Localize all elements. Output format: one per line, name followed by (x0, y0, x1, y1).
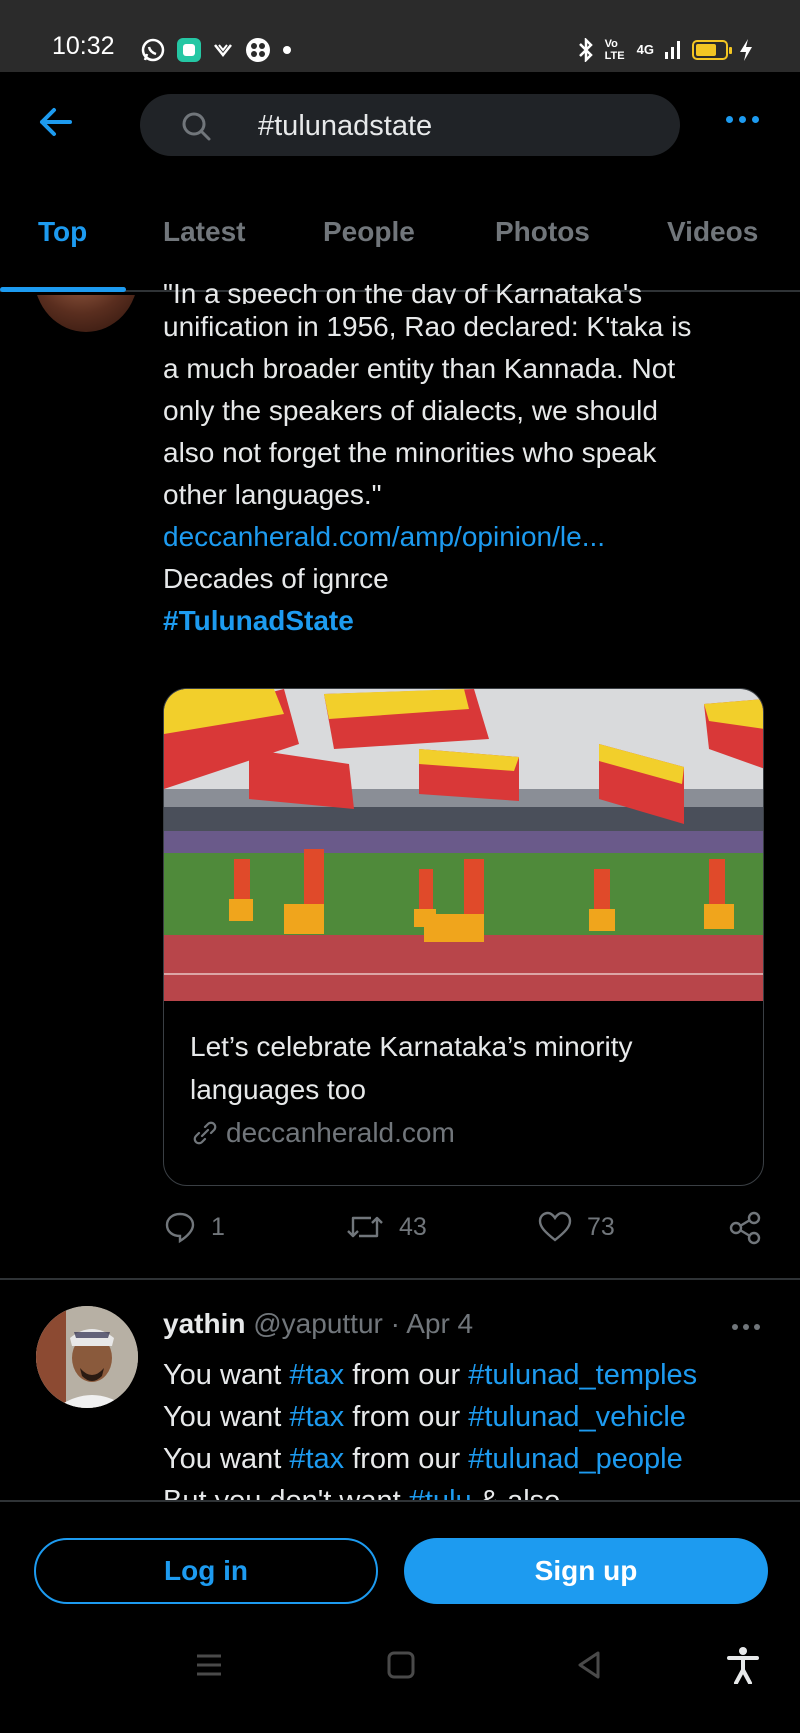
login-bar: Log in Sign up (0, 1500, 800, 1608)
app-icon (177, 38, 201, 62)
tweet-line: only the speakers of dialects, we should (163, 395, 658, 426)
hashtag[interactable]: #tulunad_vehicle (468, 1401, 686, 1433)
status-bar: 10:32 Vo LTE 4G (0, 0, 800, 72)
line-text: You want (163, 1443, 290, 1475)
share-icon (729, 1211, 761, 1245)
signal-icon (665, 41, 680, 59)
share-button[interactable] (727, 1210, 763, 1246)
like-button[interactable]: 73 (537, 1210, 615, 1244)
retweet-count: 43 (399, 1212, 427, 1241)
search-icon (182, 112, 211, 141)
card-domain: deccanherald.com (190, 1117, 455, 1149)
hashtag[interactable]: #tax (289, 1443, 344, 1475)
search-input[interactable]: #tulunadstate (140, 94, 680, 156)
tab-people[interactable]: People (323, 216, 415, 248)
system-icons: Vo LTE 4G (577, 36, 754, 64)
tweet-line: also not forget the minorities who speak (163, 437, 657, 468)
avatar-image (36, 1306, 138, 1408)
tweet-line: You want #tax from our #tulunad_vehicle (163, 1396, 783, 1438)
reply-button[interactable]: 1 (163, 1210, 225, 1244)
tweet-link[interactable]: deccanherald.com/amp/opinion/le... (163, 516, 763, 558)
like-count: 73 (587, 1212, 615, 1241)
tweet-actions: 1 43 73 (163, 1210, 763, 1250)
tweet-hashtag[interactable]: #TulunadState (163, 600, 763, 642)
tab-indicator (0, 287, 126, 292)
line-text: from our (344, 1443, 469, 1475)
card-image (164, 689, 763, 1001)
line-text: from our (344, 1359, 469, 1391)
reply-icon (165, 1212, 195, 1244)
volte-icon: Vo LTE (604, 38, 625, 62)
avatar[interactable] (36, 1306, 138, 1408)
tweet-divider (0, 1278, 800, 1280)
network-type: 4G (636, 42, 654, 57)
tab-latest[interactable]: Latest (163, 216, 245, 248)
card-title: Let’s celebrate Karnataka’s minority lan… (190, 1031, 633, 1105)
retweet-button[interactable]: 43 (345, 1210, 427, 1244)
flower-icon (246, 38, 270, 62)
tweet-date: · Apr 4 (390, 1308, 474, 1339)
link-preview-card[interactable]: Let’s celebrate Karnataka’s minority lan… (163, 688, 764, 1186)
search-header: #tulunadstate (0, 72, 800, 182)
card-domain-text: deccanherald.com (226, 1117, 455, 1148)
tab-top[interactable]: Top (38, 216, 87, 248)
login-button[interactable]: Log in (34, 1538, 378, 1604)
tweet-comment: Decades of ignrce (163, 563, 389, 594)
more-options-icon[interactable] (726, 116, 766, 132)
whatsapp-icon (141, 38, 165, 62)
battery-icon (692, 40, 732, 60)
notification-icons (140, 36, 292, 64)
tweet-line: "In a speech on the day of Karnataka's (163, 284, 643, 304)
tweet-more-icon[interactable] (732, 1324, 760, 1330)
back-arrow-icon[interactable] (36, 102, 76, 142)
user-handle[interactable]: @yaputtur (253, 1308, 383, 1339)
hashtag[interactable]: #tax (289, 1401, 344, 1433)
back-icon[interactable] (574, 1650, 604, 1680)
tab-videos[interactable]: Videos (667, 216, 758, 248)
line-text: You want (163, 1401, 290, 1433)
tweet-line: a much broader entity than Kannada. Not (163, 353, 676, 384)
tweet-text: You want #tax from our #tulunad_temples … (163, 1354, 783, 1508)
line-text: You want (163, 1359, 290, 1391)
cast-icon (214, 44, 232, 58)
tweet-header: yathin @yaputtur · Apr 4 (163, 1308, 473, 1340)
accessibility-icon[interactable] (726, 1646, 760, 1684)
search-tabs: Top Latest People Photos Videos (0, 182, 800, 292)
link-icon (193, 1121, 217, 1145)
tab-photos[interactable]: Photos (495, 216, 590, 248)
tweet-line: You want #tax from our #tulunad_people (163, 1438, 783, 1480)
recent-apps-icon[interactable] (194, 1650, 224, 1680)
bluetooth-icon (578, 38, 593, 62)
dot-icon (283, 46, 291, 54)
user-name[interactable]: yathin (163, 1308, 245, 1339)
hashtag[interactable]: #tulunad_people (468, 1443, 682, 1475)
tweet-line: You want #tax from our #tulunad_temples (163, 1354, 783, 1396)
heart-icon (538, 1211, 572, 1242)
search-query: #tulunadstate (258, 110, 433, 142)
tweet-text: "In a speech on the day of Karnataka's u… (163, 284, 763, 642)
line-text: from our (344, 1401, 469, 1433)
tweet-line: unification in 1956, Rao declared: K'tak… (163, 311, 692, 342)
hashtag[interactable]: #tulunad_temples (468, 1359, 697, 1391)
system-nav-bar (0, 1610, 800, 1733)
reply-count: 1 (211, 1212, 225, 1241)
status-time: 10:32 (52, 32, 115, 60)
home-icon[interactable] (386, 1650, 416, 1680)
retweet-icon (347, 1216, 383, 1238)
signup-button[interactable]: Sign up (404, 1538, 768, 1604)
charging-icon (740, 39, 752, 61)
tweet-line: other languages." (163, 479, 382, 510)
hashtag[interactable]: #tax (289, 1359, 344, 1391)
